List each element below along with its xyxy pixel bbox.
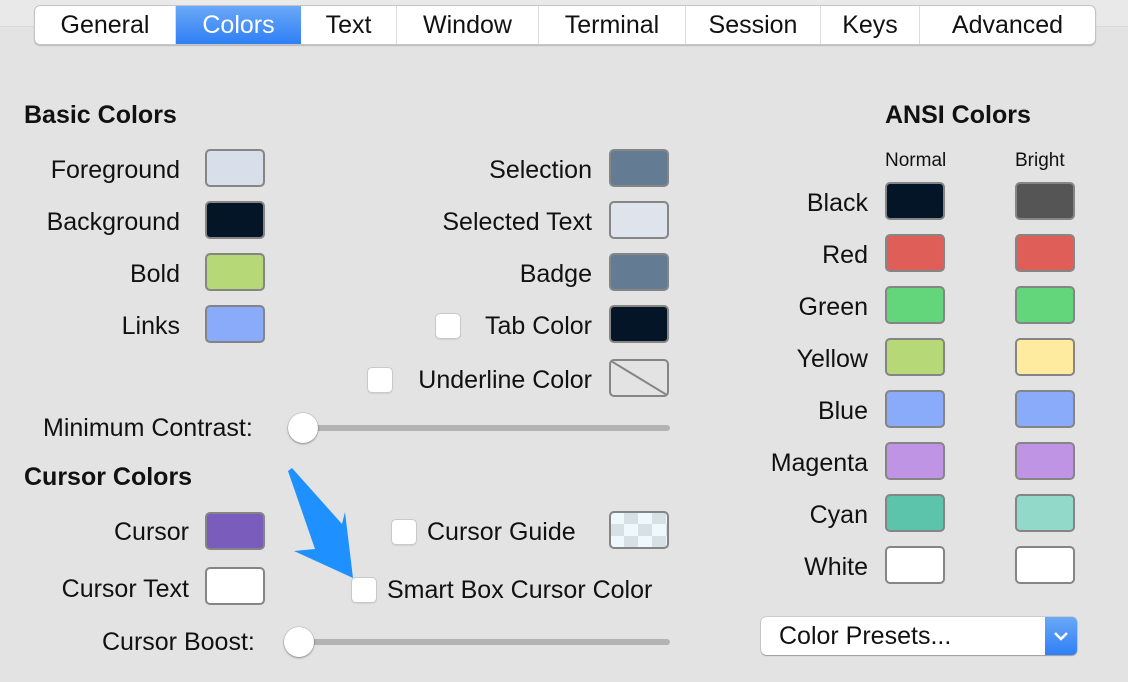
ansi-green-label: Green <box>798 293 868 321</box>
cursor-boost-label: Cursor Boost: <box>102 628 255 656</box>
ansi-green-normal-color-well[interactable] <box>885 286 945 324</box>
ansi-blue-bright-color-well[interactable] <box>1015 390 1075 428</box>
bold-color-well[interactable] <box>205 253 265 291</box>
underline-color-well-empty[interactable] <box>609 359 669 397</box>
tab-advanced[interactable]: Advanced <box>920 6 1095 44</box>
selected-text-label: Selected Text <box>442 208 592 236</box>
color-presets-label: Color Presets... <box>779 622 952 650</box>
foreground-color-well[interactable] <box>205 149 265 187</box>
cursor-boost-slider-track[interactable] <box>292 639 670 645</box>
tab-keys[interactable]: Keys <box>821 6 920 44</box>
ansi-red-label: Red <box>822 241 868 269</box>
preferences-tab-bar: General Colors Text Window Terminal Sess… <box>34 5 1096 45</box>
selection-color-well[interactable] <box>609 149 669 187</box>
bold-label: Bold <box>129 260 180 288</box>
cursor-text-label: Cursor Text <box>61 575 189 603</box>
no-color-slash-icon <box>611 361 667 395</box>
cursor-guide-label: Cursor Guide <box>427 518 576 546</box>
ansi-blue-label: Blue <box>817 397 868 425</box>
smart-box-cursor-color-label: Smart Box Cursor Color <box>387 576 653 604</box>
selection-label: Selection <box>489 156 592 184</box>
ansi-yellow-normal-color-well[interactable] <box>885 338 945 376</box>
ansi-white-normal-color-well[interactable] <box>885 546 945 584</box>
basic-colors-heading: Basic Colors <box>24 101 177 129</box>
tab-text[interactable]: Text <box>301 6 397 44</box>
underline-color-label: Underline Color <box>418 366 592 394</box>
cursor-guide-checkbox[interactable] <box>391 519 417 545</box>
ansi-white-label: White <box>804 553 868 581</box>
popup-arrow-button <box>1045 617 1077 655</box>
tab-color-label: Tab Color <box>485 312 592 340</box>
ansi-cyan-normal-color-well[interactable] <box>885 494 945 532</box>
minimum-contrast-slider-knob[interactable] <box>288 413 318 443</box>
tab-window[interactable]: Window <box>397 6 539 44</box>
ansi-green-bright-color-well[interactable] <box>1015 286 1075 324</box>
background-color-well[interactable] <box>205 201 265 239</box>
cursor-label: Cursor <box>113 518 189 546</box>
ansi-blue-normal-color-well[interactable] <box>885 390 945 428</box>
links-label: Links <box>121 312 180 340</box>
ansi-colors-heading: ANSI Colors <box>885 101 1031 129</box>
cursor-boost-slider-knob[interactable] <box>284 627 314 657</box>
ansi-bright-column-header: Bright <box>1015 150 1065 171</box>
color-presets-popup-button[interactable]: Color Presets... <box>761 617 1077 655</box>
tab-general[interactable]: General <box>35 6 176 44</box>
links-color-well[interactable] <box>205 305 265 343</box>
ansi-white-bright-color-well[interactable] <box>1015 546 1075 584</box>
foreground-label: Foreground <box>50 156 180 184</box>
cursor-text-color-well[interactable] <box>205 567 265 605</box>
ansi-normal-column-header: Normal <box>885 150 947 171</box>
annotation-arrow-shape <box>288 468 353 578</box>
ansi-black-normal-color-well[interactable] <box>885 182 945 220</box>
selected-text-color-well[interactable] <box>609 201 669 239</box>
annotation-arrow-icon <box>288 468 353 578</box>
cursor-guide-color-well[interactable] <box>609 511 669 549</box>
ansi-black-label: Black <box>806 189 868 217</box>
background-label: Background <box>46 208 180 236</box>
tab-colors[interactable]: Colors <box>176 6 301 44</box>
ansi-black-bright-color-well[interactable] <box>1015 182 1075 220</box>
ansi-magenta-bright-color-well[interactable] <box>1015 442 1075 480</box>
ansi-magenta-label: Magenta <box>770 449 868 477</box>
ansi-cyan-label: Cyan <box>809 501 868 529</box>
tab-color-well[interactable] <box>609 305 669 343</box>
ansi-cyan-bright-color-well[interactable] <box>1015 494 1075 532</box>
minimum-contrast-label: Minimum Contrast: <box>43 414 253 442</box>
cursor-color-well[interactable] <box>205 512 265 550</box>
ansi-yellow-bright-color-well[interactable] <box>1015 338 1075 376</box>
cursor-colors-heading: Cursor Colors <box>24 463 193 491</box>
badge-color-well[interactable] <box>609 253 669 291</box>
ansi-red-bright-color-well[interactable] <box>1015 234 1075 272</box>
minimum-contrast-slider-track[interactable] <box>296 425 670 431</box>
ansi-yellow-label: Yellow <box>796 345 868 373</box>
tab-terminal[interactable]: Terminal <box>539 6 686 44</box>
tab-session[interactable]: Session <box>686 6 821 44</box>
chevron-down-icon <box>1054 632 1068 641</box>
ansi-red-normal-color-well[interactable] <box>885 234 945 272</box>
ansi-magenta-normal-color-well[interactable] <box>885 442 945 480</box>
badge-label: Badge <box>519 260 592 288</box>
